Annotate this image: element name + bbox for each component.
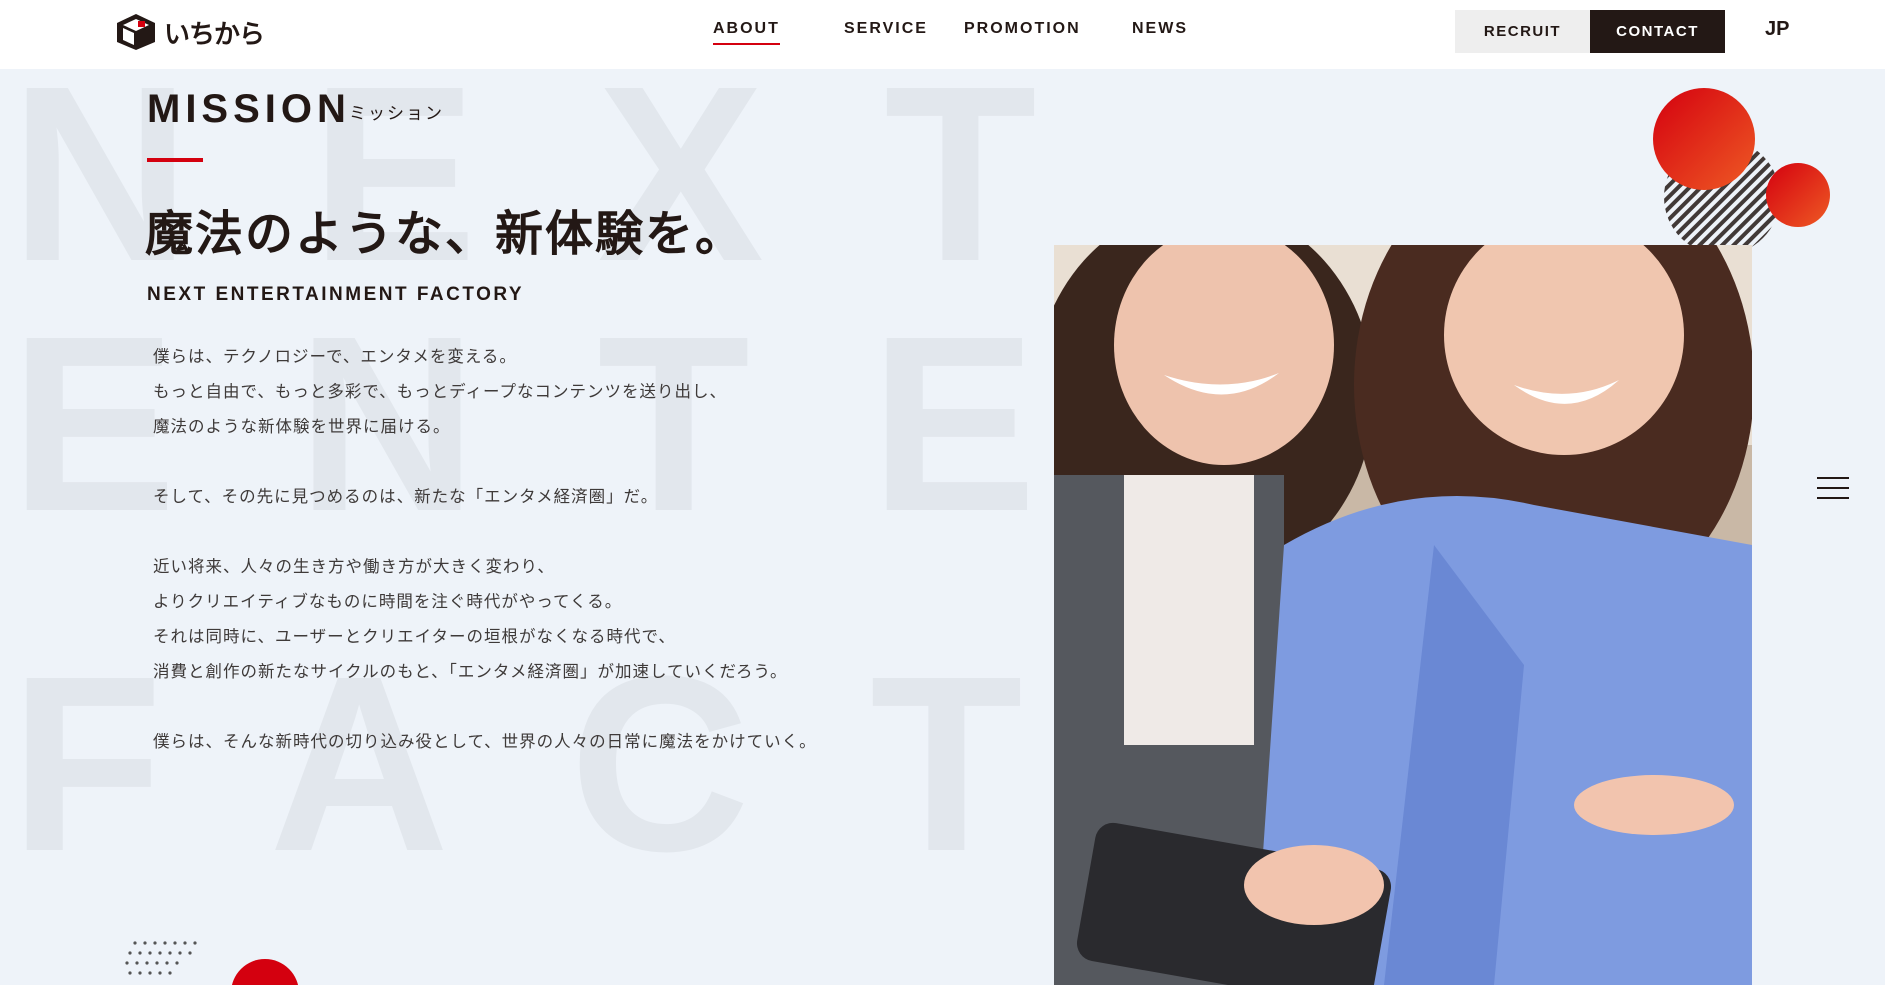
section-title: MISSION: [147, 87, 351, 131]
decorative-circles: [1653, 88, 1830, 247]
body-line: よりクリエイティブなものに時間を注ぐ時代がやってくる。: [153, 592, 623, 611]
body-line: そして、その先に見つめるのは、新たな「エンタメ経済圏」だ。: [153, 487, 659, 506]
site-header: いちから ABOUT SERVICE PROMOTION NEWS RECRUI…: [0, 0, 1885, 69]
mission-section: NEXT ENTE FACTO MISSION ミッション 魔法のような、新体験…: [0, 69, 1885, 985]
body-line: 消費と創作の新たなサイクルのもと、「エンタメ経済圏」が加速していくだろう。: [153, 662, 788, 681]
body-line: それは同時に、ユーザーとクリエイターの垣根がなくなる時代で、: [153, 627, 676, 646]
decorative-dots: [125, 941, 299, 985]
nav-about[interactable]: ABOUT: [713, 20, 780, 45]
body-line: 僕らは、テクノロジーで、エンタメを変える。: [153, 347, 517, 366]
body-line: 近い将来、人々の生き方や働き方が大きく変わり、: [153, 557, 555, 576]
hero-photo: [1054, 245, 1752, 985]
hamburger-menu-icon[interactable]: [1817, 477, 1849, 499]
logo-cube-icon: [117, 14, 155, 50]
nav-service[interactable]: SERVICE: [844, 20, 928, 38]
body-line: 魔法のような新体験を世界に届ける。: [153, 417, 451, 436]
contact-button[interactable]: CONTACT: [1590, 10, 1725, 53]
catch-copy-en: NEXT ENTERTAINMENT FACTORY: [147, 284, 525, 305]
body-line: 僕らは、そんな新時代の切り込み役として、世界の人々の日常に魔法をかけていく。: [153, 732, 817, 751]
logo-text: いちから: [164, 19, 265, 50]
title-underline: [147, 158, 203, 162]
logo[interactable]: いちから: [114, 12, 265, 52]
nav-promotion[interactable]: PROMOTION: [964, 20, 1081, 38]
section-subtitle: ミッション: [349, 104, 444, 124]
recruit-button[interactable]: RECRUIT: [1455, 10, 1590, 53]
mission-body: 僕らは、テクノロジーで、エンタメを変える。 もっと自由で、もっと多彩で、もっとデ…: [153, 339, 817, 759]
language-switch[interactable]: JP: [1765, 18, 1789, 41]
catch-copy: 魔法のような、新体験を。: [145, 206, 746, 262]
body-line: もっと自由で、もっと多彩で、もっとディープなコンテンツを送り出し、: [153, 382, 728, 401]
nav-news[interactable]: NEWS: [1132, 20, 1188, 38]
